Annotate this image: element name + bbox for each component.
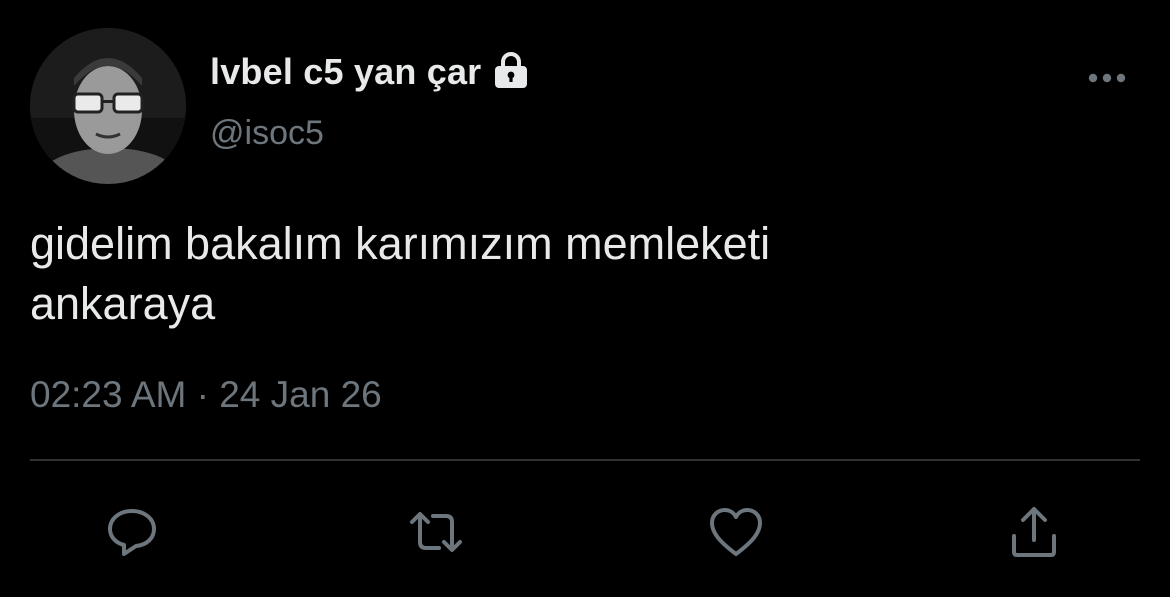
share-upload-icon	[1012, 507, 1056, 557]
avatar[interactable]	[30, 28, 186, 184]
like-button[interactable]	[704, 500, 768, 564]
divider	[30, 459, 1140, 461]
more-dots-icon	[1088, 73, 1126, 83]
tweet-date[interactable]: 24 Jan 26	[219, 374, 382, 416]
timestamp-separator: ·	[186, 374, 220, 415]
lock-icon	[491, 50, 531, 90]
avatar-photo	[30, 28, 186, 184]
display-name[interactable]: lvbel c5 yan çar	[210, 51, 481, 93]
tweet-text: gidelim bakalım karımızım memleketi anka…	[30, 218, 771, 329]
display-name-row: lvbel c5 yan çar	[210, 48, 531, 96]
username[interactable]: @isoc5	[210, 114, 324, 153]
more-options-button[interactable]	[1082, 60, 1132, 96]
share-button[interactable]	[1002, 500, 1066, 564]
reply-button[interactable]	[100, 500, 164, 564]
heart-icon	[710, 508, 762, 556]
timestamp: 02:23 AM · 24 Jan 26	[30, 374, 382, 416]
speech-bubble-icon	[108, 509, 156, 556]
retweet-arrows-icon	[410, 512, 462, 552]
tweet-time[interactable]: 02:23 AM	[30, 374, 186, 416]
retweet-button[interactable]	[404, 500, 468, 564]
